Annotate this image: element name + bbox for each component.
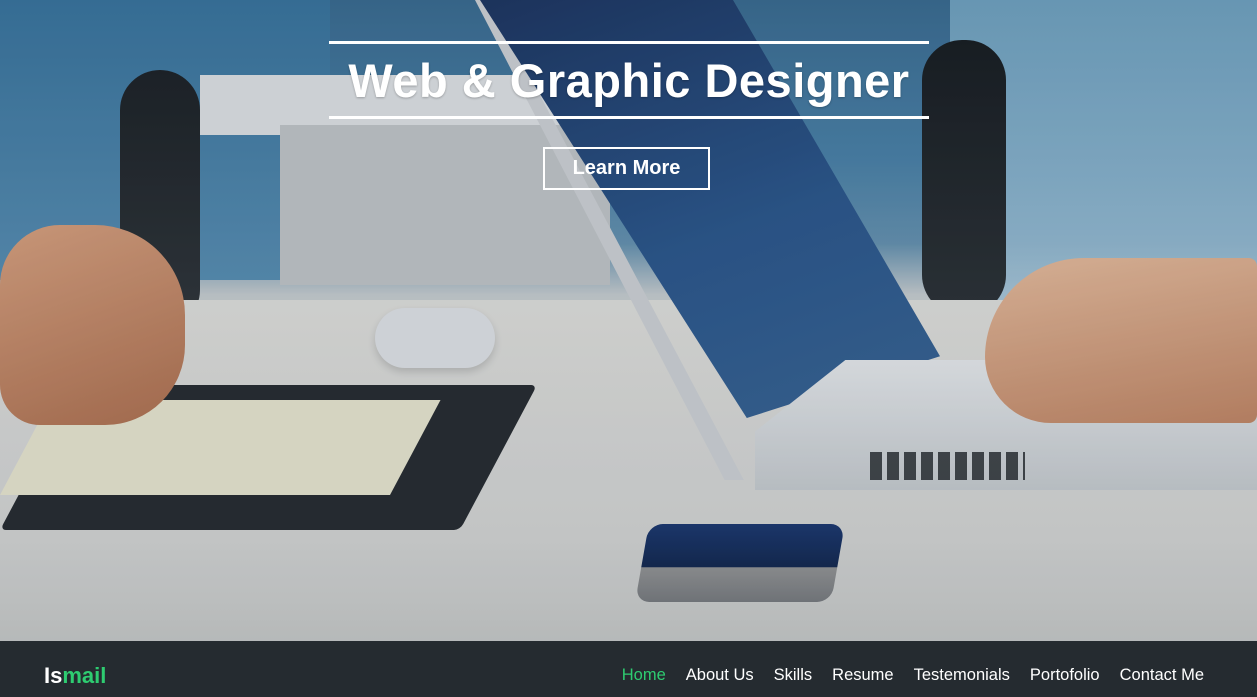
logo-text-part1: Is: [44, 663, 63, 688]
nav-item-resume[interactable]: Resume: [832, 666, 893, 685]
nav-item-portfolio[interactable]: Portofolio: [1030, 666, 1100, 685]
hero-headline: Web & Graphic Designer: [348, 53, 910, 107]
site-logo[interactable]: Ismail: [44, 663, 106, 689]
hero-section: Web & Graphic Designer Learn More: [0, 0, 1257, 641]
nav-menu: Home About Us Skills Resume Testemonials…: [602, 666, 1204, 685]
learn-more-button[interactable]: Learn More: [543, 147, 710, 190]
headline-frame: Web & Graphic Designer: [329, 41, 929, 119]
nav-item-contact-me[interactable]: Contact Me: [1120, 666, 1204, 685]
nav-item-skills[interactable]: Skills: [774, 666, 813, 685]
nav-item-testimonials[interactable]: Testemonials: [914, 666, 1010, 685]
nav-item-about-us[interactable]: About Us: [686, 666, 754, 685]
logo-text-part2: mail: [62, 663, 107, 688]
navbar: Ismail Home About Us Skills Resume Teste…: [0, 641, 1257, 697]
nav-item-home[interactable]: Home: [622, 666, 666, 685]
